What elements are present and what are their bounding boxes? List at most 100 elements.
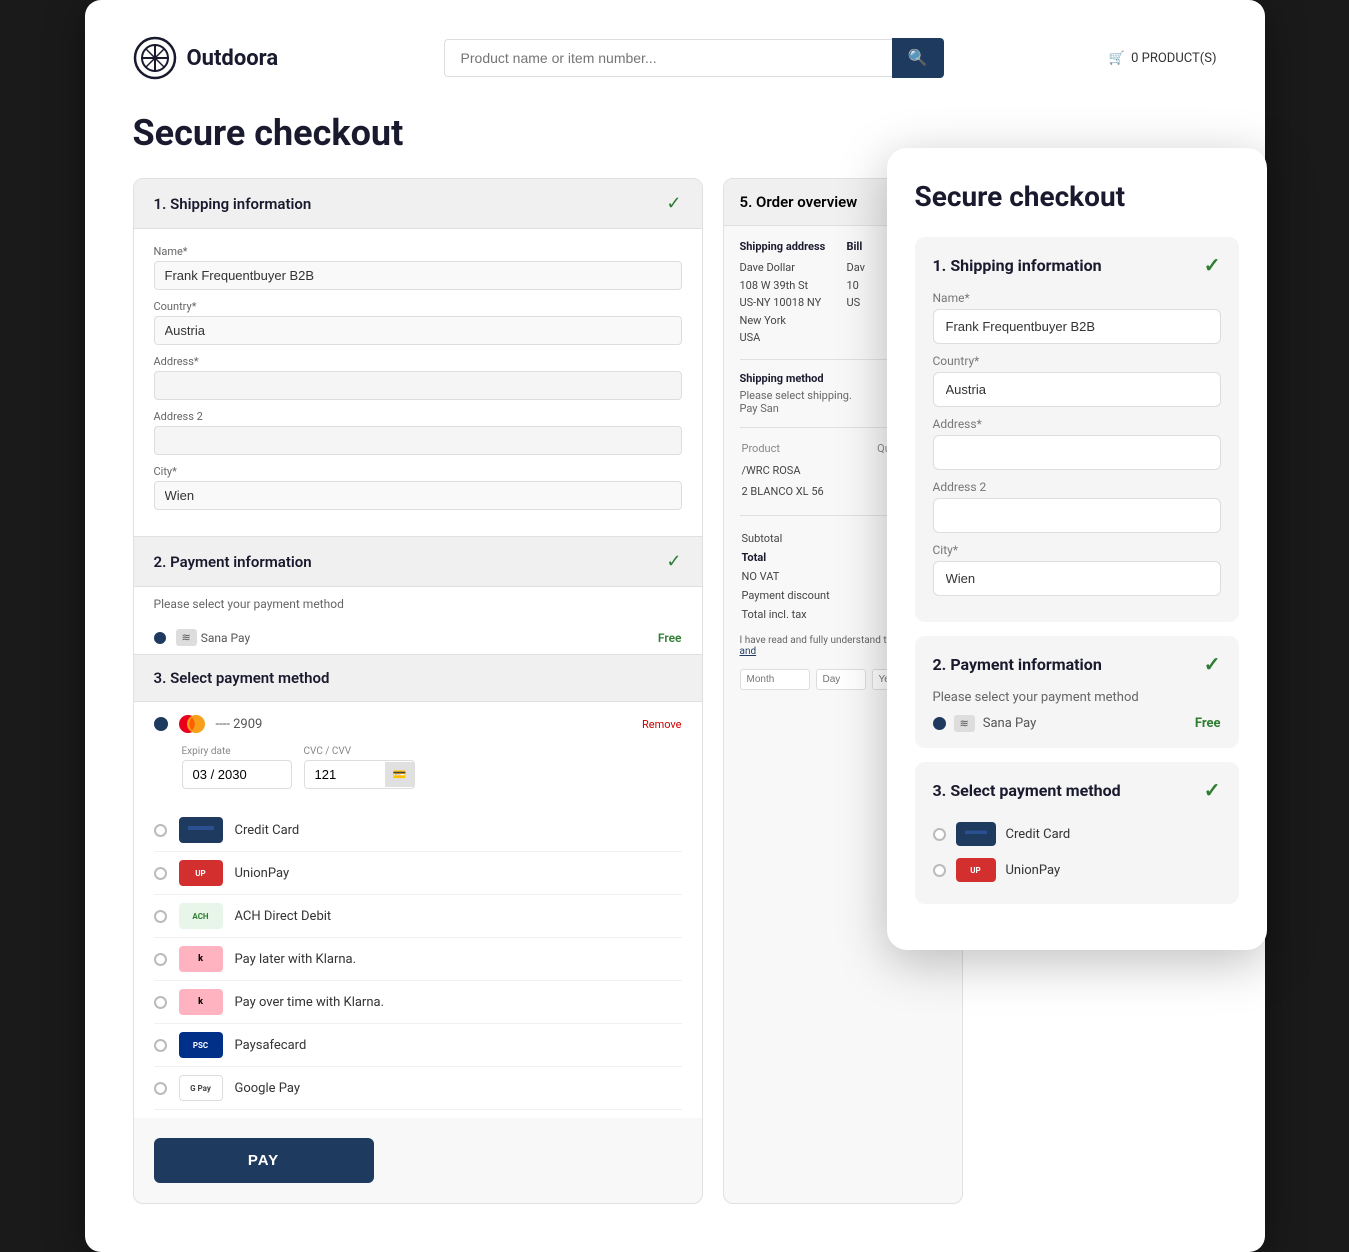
credit-card-radio[interactable]	[154, 824, 167, 837]
expiry-input[interactable]	[182, 760, 292, 789]
search-button[interactable]: 🔍	[892, 38, 944, 78]
shipping-address-col: Shipping address Dave Dollar 108 W 39th …	[740, 240, 839, 347]
credit-card-logo	[179, 817, 223, 843]
logo-wrap: Outdoora	[133, 36, 279, 80]
address-input[interactable]	[154, 371, 682, 400]
name-label: Name*	[154, 245, 682, 258]
cvc-label: CVC / CVV	[304, 746, 416, 757]
card-details-row: ---- 2909 Remove	[134, 702, 702, 746]
fc-payment-info-header: 2. Payment information ✓	[933, 652, 1221, 676]
fc-name-label: Name*	[933, 291, 1221, 305]
day-input[interactable]	[816, 669, 866, 690]
shipping-check-icon: ✓	[666, 193, 681, 214]
select-method-section: ---- 2909 Remove Expiry date CVC / CVV 💳	[134, 702, 702, 1118]
select-method-header: 3. Select payment method	[134, 655, 702, 702]
expiry-label: Expiry date	[182, 746, 292, 757]
fc-sana-free-badge: Free	[1195, 716, 1221, 731]
klarna-later-radio[interactable]	[154, 953, 167, 966]
klarna-later-logo: k	[179, 946, 223, 972]
paysafe-radio[interactable]	[154, 1039, 167, 1052]
fc-address-label: Address*	[933, 417, 1221, 431]
paysafe-logo: PSC	[179, 1032, 223, 1058]
unionpay-radio[interactable]	[154, 867, 167, 880]
fc-city-input[interactable]	[933, 561, 1221, 596]
search-wrap: 🔍	[444, 38, 944, 78]
fc-select-method-title: 3. Select payment method	[933, 781, 1121, 800]
fc-payment-info-title: 2. Payment information	[933, 655, 1102, 674]
main-checkout-panel: 1. Shipping information ✓ Name* Country*…	[133, 178, 703, 1204]
fc-list-item[interactable]: UP UnionPay	[933, 852, 1221, 888]
address-label: Address*	[154, 355, 682, 368]
payment-info-title: 2. Payment information	[154, 553, 312, 571]
country-label: Country*	[154, 300, 682, 313]
card-icons	[176, 714, 208, 734]
klarna-time-radio[interactable]	[154, 996, 167, 1009]
address-field-row: Address*	[154, 355, 682, 400]
fc-select-method-section: 3. Select payment method ✓	[915, 762, 1239, 904]
fc-unionpay-logo: UP	[956, 858, 996, 882]
floating-checkout-card: Secure checkout 1. Shipping information …	[887, 148, 1267, 950]
ach-radio[interactable]	[154, 910, 167, 923]
fc-name-input[interactable]	[933, 309, 1221, 344]
credit-card-label: Credit Card	[235, 823, 300, 838]
select-method-title: 3. Select payment method	[154, 669, 330, 687]
fc-country-input[interactable]	[933, 372, 1221, 407]
cvc-wrap: 💳	[304, 760, 416, 789]
payment-info-check-icon: ✓	[666, 551, 681, 572]
browser-window: Outdoora 🔍 🛒 0 PRODUCT(S) Secure checkou…	[85, 0, 1265, 1252]
name-input[interactable]	[154, 261, 682, 290]
address2-label: Address 2	[154, 410, 682, 423]
fc-sana-icon: ≋	[954, 715, 975, 732]
city-field-row: City*	[154, 465, 682, 510]
fc-address2-label: Address 2	[933, 480, 1221, 494]
card-radio-selected[interactable]	[154, 717, 168, 731]
sana-pay-free-badge: Free	[658, 631, 682, 645]
fc-country-label: Country*	[933, 354, 1221, 368]
fc-address2-input[interactable]	[933, 498, 1221, 533]
shipping-section-header: 1. Shipping information ✓	[134, 179, 702, 229]
fc-sana-pay-row[interactable]: ≋ Sana Pay Free	[933, 715, 1221, 732]
sana-pay-label: ≋ Sana Pay	[176, 629, 251, 646]
search-input[interactable]	[444, 39, 892, 77]
list-item[interactable]: k Pay over time with Klarna.	[154, 981, 682, 1024]
fc-unionpay-radio[interactable]	[933, 864, 946, 877]
ach-logo: ACH	[179, 903, 223, 929]
month-input[interactable]	[740, 669, 810, 690]
shipping-section-title: 1. Shipping information	[154, 195, 312, 213]
list-item[interactable]: PSC Paysafecard	[154, 1024, 682, 1067]
googlepay-logo: G Pay	[179, 1075, 223, 1101]
sana-pay-row[interactable]: ≋ Sana Pay Free	[134, 621, 702, 654]
city-input[interactable]	[154, 481, 682, 510]
fc-payment-options-list: Credit Card UP UnionPay	[933, 816, 1221, 888]
address-line1: 108 W 39th St	[740, 277, 839, 295]
list-item[interactable]: UP UnionPay	[154, 852, 682, 895]
fc-address-input[interactable]	[933, 435, 1221, 470]
fc-sana-label: Sana Pay	[983, 716, 1037, 731]
shipping-form: Name* Country* Address* Address 2 City*	[134, 229, 702, 537]
cart-wrap[interactable]: 🛒 0 PRODUCT(S)	[1109, 51, 1217, 66]
cart-icon: 🛒	[1109, 51, 1125, 66]
sana-pay-radio[interactable]	[154, 632, 166, 644]
list-item[interactable]: Credit Card	[154, 809, 682, 852]
googlepay-radio[interactable]	[154, 1082, 167, 1095]
fc-sana-radio[interactable]	[933, 717, 946, 730]
city-label: City*	[154, 465, 682, 478]
fc-country-row: Country*	[933, 354, 1221, 407]
payment-sub-label: Please select your payment method	[134, 587, 702, 621]
fc-city-row: City*	[933, 543, 1221, 596]
fc-unionpay-label: UnionPay	[1006, 863, 1061, 878]
fc-payment-info-check-icon: ✓	[1204, 652, 1221, 676]
country-field-row: Country*	[154, 300, 682, 345]
fc-credit-card-radio[interactable]	[933, 828, 946, 841]
country-input[interactable]	[154, 316, 682, 345]
address2-input[interactable]	[154, 426, 682, 455]
list-item[interactable]: k Pay later with Klarna.	[154, 938, 682, 981]
fc-list-item[interactable]: Credit Card	[933, 816, 1221, 852]
name-field-row: Name*	[154, 245, 682, 290]
pay-button[interactable]: PAY	[154, 1138, 374, 1183]
remove-card-link[interactable]: Remove	[642, 718, 682, 731]
list-item[interactable]: ACH ACH Direct Debit	[154, 895, 682, 938]
cvc-input[interactable]	[305, 761, 385, 788]
payment-info-section: Please select your payment method ≋ Sana…	[134, 587, 702, 655]
list-item[interactable]: G Pay Google Pay	[154, 1067, 682, 1110]
